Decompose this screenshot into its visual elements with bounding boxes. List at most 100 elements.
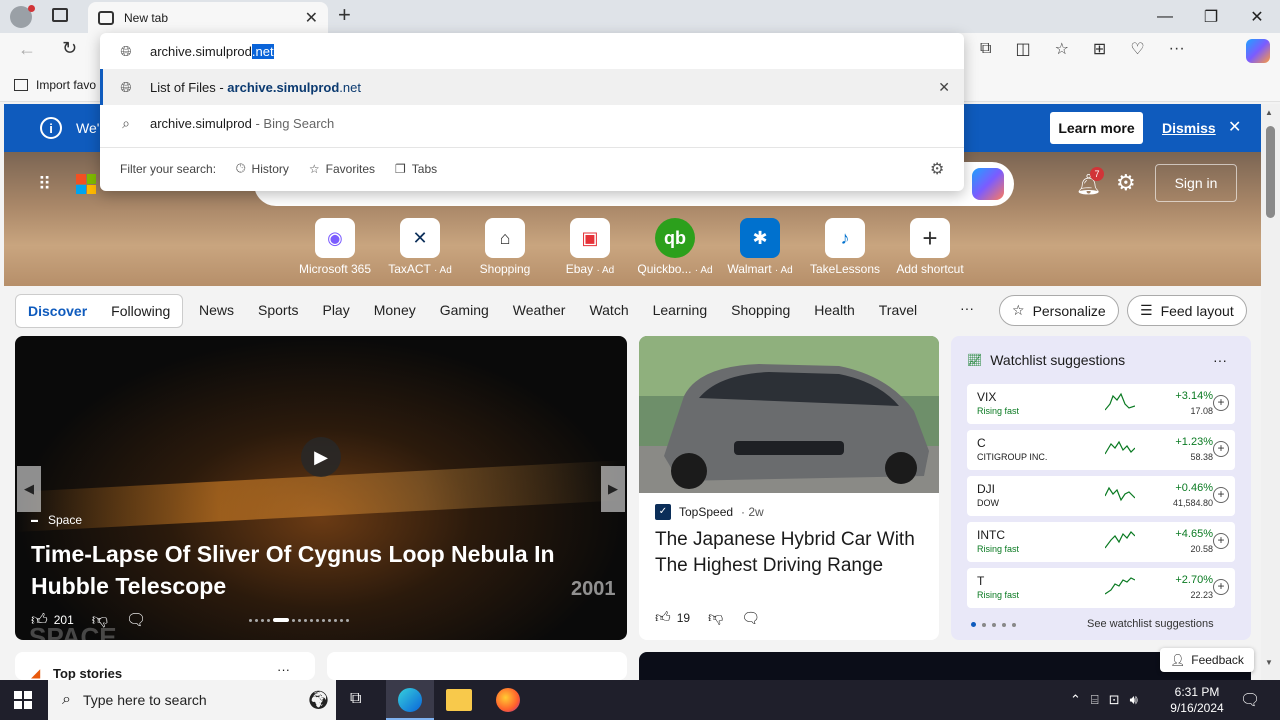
shortcut-taxact[interactable]: ✕ TaxACT · Ad: [380, 218, 460, 276]
add-to-watchlist-icon[interactable]: +: [1213, 533, 1229, 549]
collections-icon[interactable]: ⊞: [1093, 39, 1106, 59]
windows-start-icon[interactable]: [14, 691, 32, 709]
shortcut-microsoft-365[interactable]: ◉ Microsoft 365: [295, 218, 375, 276]
comment-icon[interactable]: 🗨︎: [741, 609, 760, 627]
nav-play[interactable]: Play: [322, 302, 349, 318]
page-settings-gear-icon[interactable]: ⚙: [1116, 170, 1136, 196]
remove-suggestion-icon[interactable]: ✕: [938, 79, 950, 96]
address-bar[interactable]: 🌐︎ archive.simulprod.net: [100, 33, 964, 69]
suggestion-list-of-files[interactable]: 🌐︎ List of Files - archive.simulprod.net…: [100, 69, 964, 105]
task-view-icon[interactable]: ⧉: [350, 690, 361, 708]
filter-favorites[interactable]: ☆ Favorites: [309, 162, 375, 176]
close-window-button[interactable]: ✕: [1234, 0, 1280, 33]
shortcut-ebay[interactable]: ▣ Ebay · Ad: [550, 218, 630, 276]
app-launcher-icon[interactable]: ⠿: [38, 174, 53, 195]
more-categories-button[interactable]: ···: [960, 300, 974, 316]
taskbar-clock[interactable]: 6:31 PM 9/16/2024: [1162, 684, 1232, 716]
shortcut-takelessons[interactable]: ♪ TakeLessons: [805, 218, 885, 276]
shortcut-shopping[interactable]: ⌂ Shopping: [465, 218, 545, 276]
nav-shopping[interactable]: Shopping: [731, 302, 790, 318]
nav-health[interactable]: Health: [814, 302, 854, 318]
browser-essentials-icon[interactable]: ♡: [1130, 39, 1144, 59]
add-to-watchlist-icon[interactable]: +: [1213, 395, 1229, 411]
feed-layout-button[interactable]: ☰ Feed layout: [1127, 295, 1247, 326]
filter-tabs[interactable]: ❐ Tabs: [395, 162, 437, 176]
scroll-thumb[interactable]: [1266, 126, 1275, 218]
taskbar-edge-button[interactable]: [386, 680, 434, 720]
page-scrollbar[interactable]: ▲ ▼: [1261, 104, 1280, 680]
see-watchlist-link[interactable]: See watchlist suggestions: [1087, 618, 1214, 630]
search-settings-gear-icon[interactable]: ⚙: [930, 159, 944, 179]
nav-gaming[interactable]: Gaming: [440, 302, 489, 318]
shortcut-quickbooks[interactable]: qb Quickbo... · Ad: [635, 218, 715, 276]
firefox-icon[interactable]: [496, 688, 520, 712]
news-card-lower[interactable]: [327, 652, 627, 680]
nav-watch[interactable]: Watch: [589, 302, 628, 318]
new-tab-button[interactable]: +: [338, 2, 351, 28]
hero-title[interactable]: Time-Lapse Of Sliver Of Cygnus Loop Nebu…: [31, 538, 571, 602]
watchlist-row[interactable]: C CITIGROUP INC. +1.23% 58.38 +: [967, 430, 1235, 470]
add-to-watchlist-icon[interactable]: +: [1213, 579, 1229, 595]
minimize-button[interactable]: —: [1142, 0, 1188, 33]
nav-travel[interactable]: Travel: [879, 302, 917, 318]
watchlist-more-button[interactable]: ···: [1213, 352, 1227, 368]
restore-button[interactable]: ❐: [1188, 0, 1234, 33]
nav-weather[interactable]: Weather: [513, 302, 566, 318]
extensions-icon[interactable]: ⧉: [980, 40, 991, 58]
sign-in-button[interactable]: Sign in: [1155, 164, 1237, 202]
add-to-watchlist-icon[interactable]: +: [1213, 441, 1229, 457]
hero-news-card[interactable]: ▶ ◀ ▶ ▬ Space Time-Lapse Of Sliver Of Cy…: [15, 336, 627, 640]
tray-chevron-icon[interactable]: ⌃: [1070, 692, 1081, 708]
back-arrow-icon[interactable]: ←: [18, 39, 36, 60]
network-icon[interactable]: ⌸: [1091, 692, 1099, 708]
carousel-next-icon[interactable]: ▶: [601, 466, 625, 512]
shortcut-walmart[interactable]: ✱ Walmart · Ad: [720, 218, 800, 276]
notification-center-icon[interactable]: 🗨︎: [1240, 690, 1260, 710]
tab-following[interactable]: Following: [111, 303, 170, 319]
thumbs-down-icon[interactable]: 👎︎: [708, 609, 723, 627]
dismiss-link[interactable]: Dismiss: [1162, 120, 1216, 136]
close-banner-icon[interactable]: ✕: [1228, 117, 1241, 137]
watchlist-row[interactable]: INTC Rising fast +4.65% 20.58 +: [967, 522, 1235, 562]
add-shortcut-button[interactable]: + Add shortcut: [890, 218, 970, 276]
car-news-card[interactable]: ✓ TopSpeed · 2w The Japanese Hybrid Car …: [639, 336, 939, 640]
suggestion-bing-search[interactable]: ⌕ archive.simulprod - Bing Search: [100, 105, 964, 141]
learn-more-button[interactable]: Learn more: [1050, 112, 1143, 144]
play-video-icon[interactable]: ▶: [301, 437, 341, 477]
watchlist-row[interactable]: T Rising fast +2.70% 22.23 +: [967, 568, 1235, 608]
nav-learning[interactable]: Learning: [653, 302, 708, 318]
personalize-button[interactable]: ☆ Personalize: [999, 295, 1119, 326]
close-tab-icon[interactable]: ✕: [305, 8, 318, 28]
filter-history[interactable]: 🕒︎ History: [236, 161, 289, 176]
favorites-star-icon[interactable]: ☆: [1055, 39, 1069, 59]
car-like-count: 19: [676, 611, 691, 625]
scroll-down-icon[interactable]: ▼: [1265, 658, 1273, 667]
add-to-watchlist-icon[interactable]: +: [1213, 487, 1229, 503]
nav-news[interactable]: News: [199, 302, 234, 318]
settings-more-icon[interactable]: ···: [1169, 40, 1185, 58]
tab-actions-icon[interactable]: [52, 8, 68, 22]
carousel-prev-icon[interactable]: ◀: [17, 466, 41, 512]
car-title[interactable]: The Japanese Hybrid Car With The Highest…: [655, 527, 915, 579]
volume-icon[interactable]: 🔊︎: [1130, 692, 1138, 708]
refresh-icon[interactable]: ↻: [62, 38, 77, 59]
top-stories-more-icon[interactable]: ···: [277, 662, 290, 677]
nav-sports[interactable]: Sports: [258, 302, 298, 318]
thumbs-up-icon[interactable]: 👍︎: [655, 609, 671, 627]
split-screen-icon[interactable]: ◫: [1015, 39, 1030, 59]
file-explorer-icon[interactable]: [446, 689, 472, 711]
watchlist-row[interactable]: DJI DOW +0.46% 41,584.80 +: [967, 476, 1235, 516]
watchlist-row[interactable]: VIX Rising fast +3.14% 17.08 +: [967, 384, 1235, 424]
scroll-up-icon[interactable]: ▲: [1265, 108, 1273, 117]
tab-new-tab[interactable]: New tab ✕: [88, 2, 328, 33]
address-input[interactable]: archive.simulprod: [150, 44, 252, 59]
import-favorites-button[interactable]: Import favo: [14, 78, 96, 92]
copilot-search-icon[interactable]: [972, 168, 1004, 200]
nav-money[interactable]: Money: [374, 302, 416, 318]
comment-icon[interactable]: 🗨︎: [126, 610, 146, 630]
copilot-icon[interactable]: [1246, 39, 1270, 63]
wifi-icon[interactable]: ⊡: [1109, 692, 1120, 708]
taskbar-search-box[interactable]: ⌕ Type here to search 🌍︎: [48, 680, 336, 720]
feedback-button[interactable]: 👤︎ Feedback: [1160, 648, 1254, 672]
tab-discover[interactable]: Discover: [28, 303, 87, 319]
